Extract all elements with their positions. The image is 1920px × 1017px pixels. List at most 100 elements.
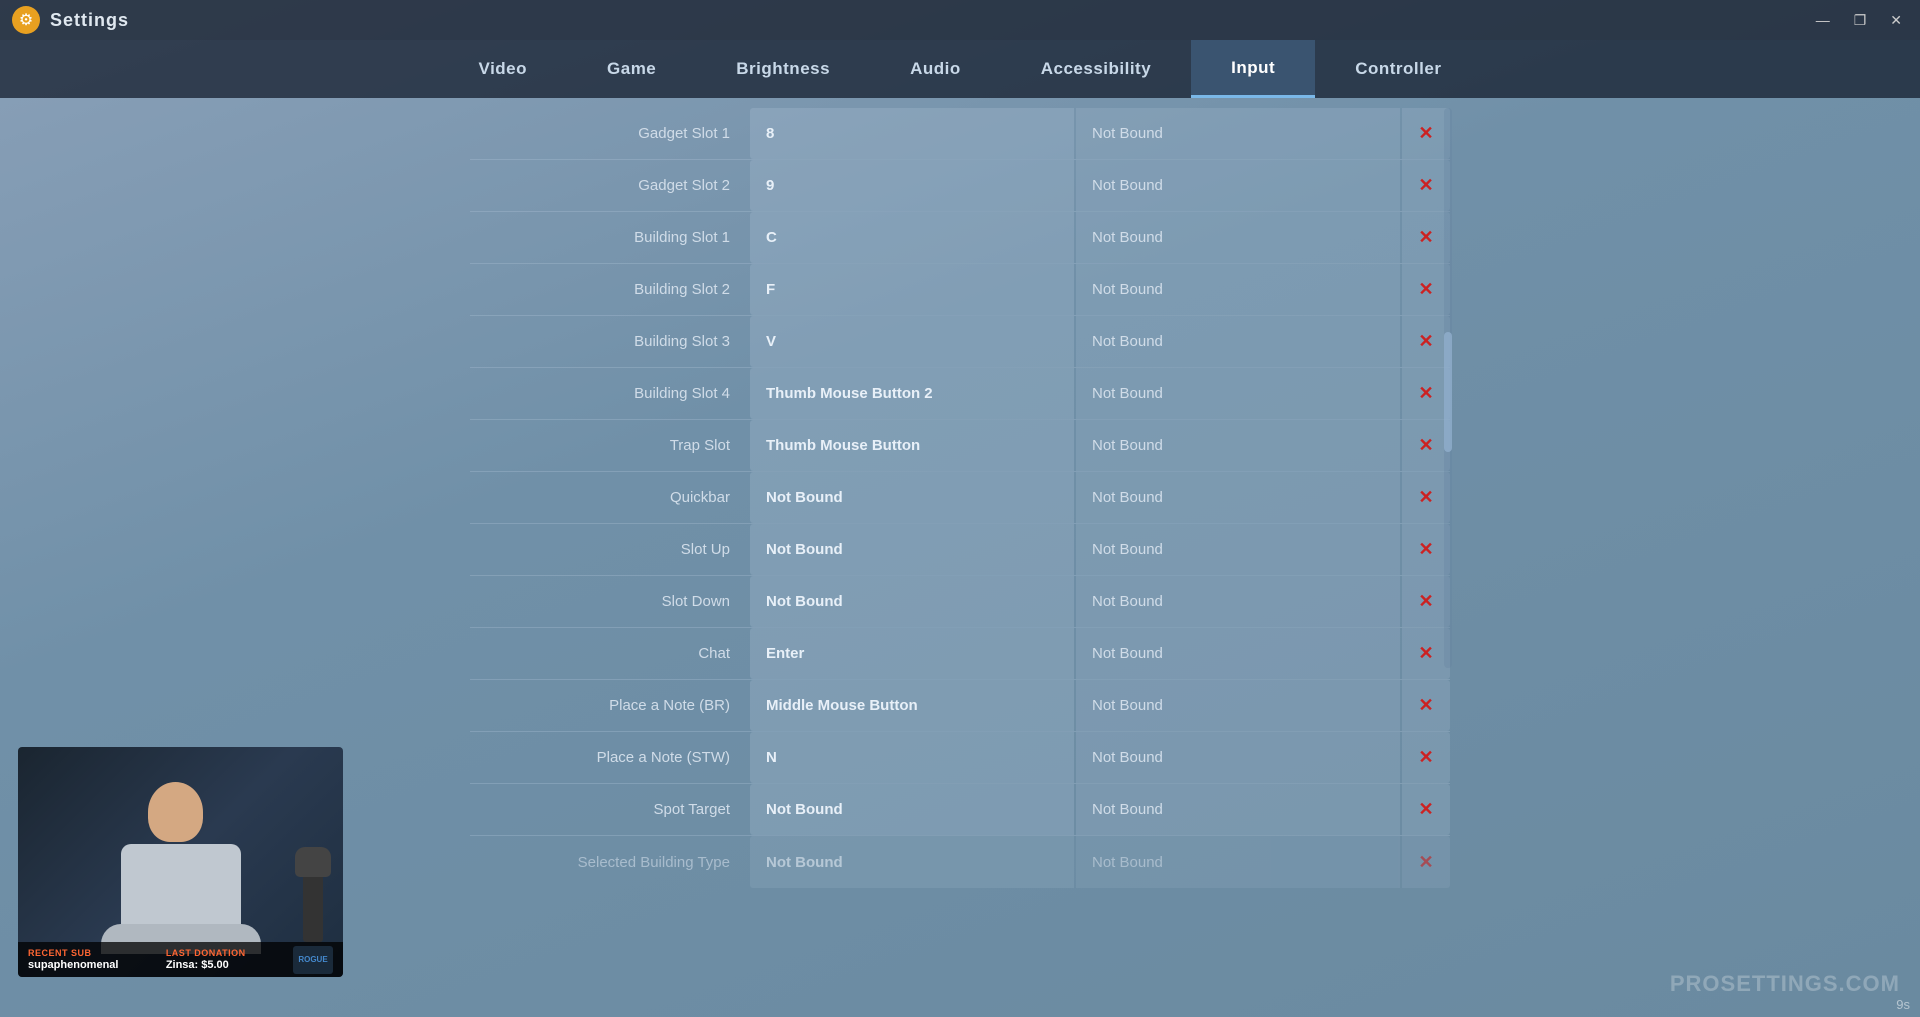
clear-icon: ✕ <box>1418 852 1433 873</box>
clear-button[interactable]: ✕ <box>1402 472 1450 523</box>
table-row: Quickbar Not Bound Not Bound ✕ <box>470 472 1450 524</box>
clear-icon: ✕ <box>1418 279 1433 300</box>
primary-key-button[interactable]: F <box>750 264 1074 315</box>
alt-key-button[interactable]: Not Bound <box>1076 836 1400 888</box>
primary-key-button[interactable]: Thumb Mouse Button 2 <box>750 368 1074 419</box>
scrollbar-thumb[interactable] <box>1444 332 1452 452</box>
binding-label: Selected Building Type <box>470 836 750 888</box>
binding-label: Place a Note (BR) <box>470 680 750 731</box>
alt-key-button[interactable]: Not Bound <box>1076 628 1400 679</box>
table-row: Gadget Slot 1 8 Not Bound ✕ <box>470 108 1450 160</box>
last-donation-label: LAST DONATION <box>166 948 246 958</box>
clear-button[interactable]: ✕ <box>1402 108 1450 159</box>
minimize-button[interactable]: — <box>1810 10 1836 30</box>
clear-icon: ✕ <box>1418 123 1433 144</box>
clear-button[interactable]: ✕ <box>1402 264 1450 315</box>
binding-label: Building Slot 3 <box>470 316 750 367</box>
alt-key-button[interactable]: Not Bound <box>1076 680 1400 731</box>
binding-label: Building Slot 2 <box>470 264 750 315</box>
person-head <box>148 782 203 842</box>
clear-button[interactable]: ✕ <box>1402 524 1450 575</box>
recent-sub-label: RECENT SUB <box>28 948 118 958</box>
alt-key-button[interactable]: Not Bound <box>1076 420 1400 471</box>
alt-key-button[interactable]: Not Bound <box>1076 264 1400 315</box>
tab-controller[interactable]: Controller <box>1315 40 1481 98</box>
alt-key-button[interactable]: Not Bound <box>1076 368 1400 419</box>
logo-text: ROGUE <box>298 955 327 964</box>
tab-input[interactable]: Input <box>1191 40 1315 98</box>
table-row: Spot Target Not Bound Not Bound ✕ <box>470 784 1450 836</box>
app-title: Settings <box>50 10 129 31</box>
binding-label: Chat <box>470 628 750 679</box>
tab-audio[interactable]: Audio <box>870 40 1001 98</box>
clear-button[interactable]: ✕ <box>1402 784 1450 835</box>
alt-key-button[interactable]: Not Bound <box>1076 576 1400 627</box>
primary-key-button[interactable]: 8 <box>750 108 1074 159</box>
primary-key-button[interactable]: V <box>750 316 1074 367</box>
table-row: Selected Building Type Not Bound Not Bou… <box>470 836 1450 888</box>
bindings-list: Gadget Slot 1 8 Not Bound ✕ Gadget Slot … <box>470 108 1450 888</box>
webcam-recent-sub: RECENT SUB supaphenomenal <box>28 948 118 971</box>
clear-button[interactable]: ✕ <box>1402 160 1450 211</box>
binding-label: Building Slot 1 <box>470 212 750 263</box>
person-body <box>121 844 241 934</box>
alt-key-button[interactable]: Not Bound <box>1076 108 1400 159</box>
clear-icon: ✕ <box>1418 331 1433 352</box>
binding-label: Quickbar <box>470 472 750 523</box>
primary-key-button[interactable]: Not Bound <box>750 472 1074 523</box>
table-row: Chat Enter Not Bound ✕ <box>470 628 1450 680</box>
primary-key-button[interactable]: Thumb Mouse Button <box>750 420 1074 471</box>
clear-button[interactable]: ✕ <box>1402 732 1450 783</box>
table-row: Trap Slot Thumb Mouse Button Not Bound ✕ <box>470 420 1450 472</box>
primary-key-button[interactable]: Enter <box>750 628 1074 679</box>
table-row: Building Slot 3 V Not Bound ✕ <box>470 316 1450 368</box>
binding-label: Building Slot 4 <box>470 368 750 419</box>
last-donation-value: Zinsa: $5.00 <box>166 959 246 971</box>
alt-key-button[interactable]: Not Bound <box>1076 316 1400 367</box>
tab-game[interactable]: Game <box>567 40 696 98</box>
primary-key-button[interactable]: Not Bound <box>750 576 1074 627</box>
primary-key-button[interactable]: C <box>750 212 1074 263</box>
clear-icon: ✕ <box>1418 643 1433 664</box>
clear-button[interactable]: ✕ <box>1402 680 1450 731</box>
clear-icon: ✕ <box>1418 435 1433 456</box>
primary-key-button[interactable]: 9 <box>750 160 1074 211</box>
clear-button[interactable]: ✕ <box>1402 368 1450 419</box>
table-row: Place a Note (STW) N Not Bound ✕ <box>470 732 1450 784</box>
app-window: ⚙ Settings — ❐ ✕ Video Game Brightness A… <box>0 0 1920 1017</box>
table-row: Gadget Slot 2 9 Not Bound ✕ <box>470 160 1450 212</box>
primary-key-button[interactable]: N <box>750 732 1074 783</box>
binding-label: Gadget Slot 1 <box>470 108 750 159</box>
table-row: Slot Down Not Bound Not Bound ✕ <box>470 576 1450 628</box>
table-row: Place a Note (BR) Middle Mouse Button No… <box>470 680 1450 732</box>
alt-key-button[interactable]: Not Bound <box>1076 212 1400 263</box>
maximize-button[interactable]: ❐ <box>1848 10 1873 31</box>
scrollbar[interactable] <box>1444 108 1452 668</box>
webcam-overlay: RECENT SUB supaphenomenal LAST DONATION … <box>18 747 343 977</box>
window-controls: — ❐ ✕ <box>1810 10 1908 31</box>
alt-key-button[interactable]: Not Bound <box>1076 732 1400 783</box>
primary-key-button[interactable]: Not Bound <box>750 524 1074 575</box>
clear-icon: ✕ <box>1418 747 1433 768</box>
alt-key-button[interactable]: Not Bound <box>1076 784 1400 835</box>
clear-icon: ✕ <box>1418 383 1433 404</box>
tab-accessibility[interactable]: Accessibility <box>1001 40 1191 98</box>
clear-button[interactable]: ✕ <box>1402 316 1450 367</box>
alt-key-button[interactable]: Not Bound <box>1076 160 1400 211</box>
tab-video[interactable]: Video <box>439 40 567 98</box>
clear-button[interactable]: ✕ <box>1402 420 1450 471</box>
clear-icon: ✕ <box>1418 175 1433 196</box>
clear-button[interactable]: ✕ <box>1402 212 1450 263</box>
primary-key-button[interactable]: Not Bound <box>750 784 1074 835</box>
close-button[interactable]: ✕ <box>1884 10 1908 31</box>
clear-button[interactable]: ✕ <box>1402 628 1450 679</box>
primary-key-button[interactable]: Not Bound <box>750 836 1074 888</box>
alt-key-button[interactable]: Not Bound <box>1076 472 1400 523</box>
table-row: Slot Up Not Bound Not Bound ✕ <box>470 524 1450 576</box>
binding-label: Gadget Slot 2 <box>470 160 750 211</box>
alt-key-button[interactable]: Not Bound <box>1076 524 1400 575</box>
tab-brightness[interactable]: Brightness <box>696 40 870 98</box>
primary-key-button[interactable]: Middle Mouse Button <box>750 680 1074 731</box>
clear-button[interactable]: ✕ <box>1402 576 1450 627</box>
clear-button[interactable]: ✕ <box>1402 836 1450 888</box>
